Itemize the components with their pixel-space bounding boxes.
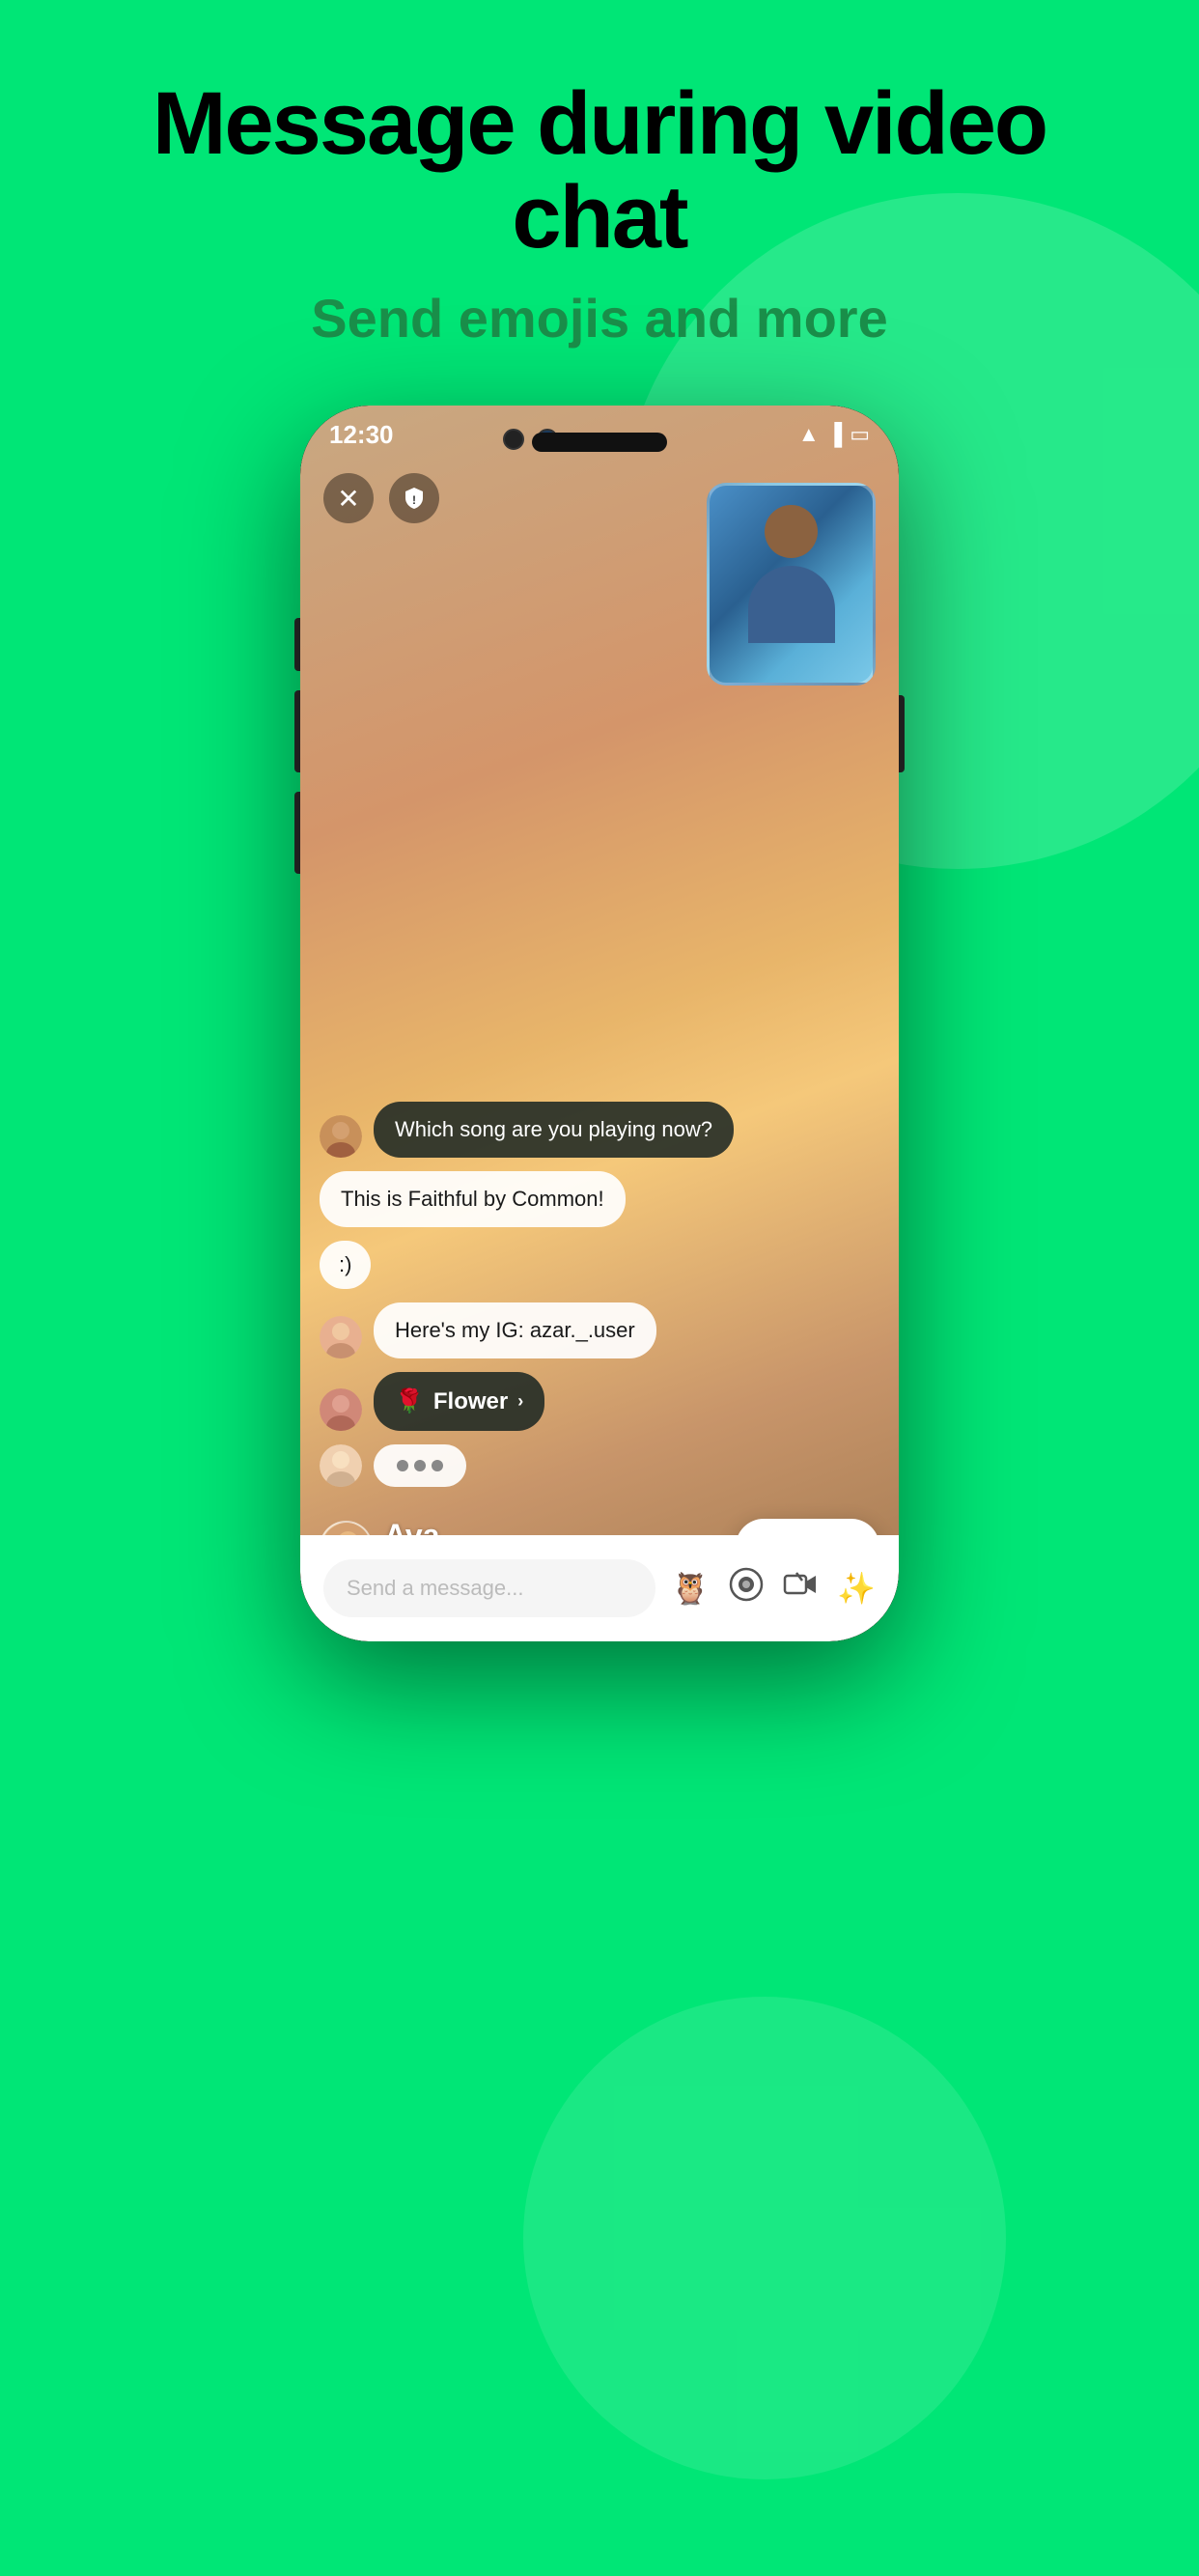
effects-icon[interactable]: ✨ [837,1570,876,1607]
message-row-6 [320,1444,879,1487]
wifi-icon: ▲ [798,422,820,447]
typing-dot-2 [414,1460,426,1471]
report-button[interactable]: ! [389,473,439,523]
message-bubble-5: 🌹 Flower › [374,1372,544,1431]
phone-wrapper: 12:30 ▲ ▐ ▭ ✕ ! [300,406,899,2385]
header-section: Message during video chat Send emojis an… [0,77,1199,350]
self-view-video [707,483,876,686]
message-row-1: Which song are you playing now? [320,1102,879,1158]
flower-emoji: 🌹 [395,1387,424,1415]
bottom-bar: Send a message... 🦉 [300,1535,899,1641]
message-avatar-6 [320,1444,362,1487]
emoji-icon[interactable]: 🦉 [671,1570,710,1607]
message-row-3: :) [320,1241,879,1289]
message-row-4: Here's my IG: azar._.user [320,1302,879,1358]
main-title: Message during video chat [77,77,1122,264]
close-button[interactable]: ✕ [323,473,374,523]
battery-icon: ▭ [850,422,870,447]
message-avatar-1 [320,1115,362,1158]
self-view-body [748,566,835,643]
status-bar: 12:30 ▲ ▐ ▭ [300,406,899,463]
svg-text:!: ! [412,493,416,507]
message-bubble-2: This is Faithful by Common! [320,1171,626,1227]
signal-icon: ▐ [827,422,843,447]
bottom-icons: 🦉 ✨ [671,1567,876,1610]
typing-dots [397,1460,443,1471]
phone-frame: 12:30 ▲ ▐ ▭ ✕ ! [300,406,899,1641]
status-time: 12:30 [329,420,394,450]
message-bubble-4: Here's my IG: azar._.user [374,1302,656,1358]
sub-title: Send emojis and more [77,287,1122,350]
message-input[interactable]: Send a message... [323,1559,655,1617]
message-input-placeholder: Send a message... [347,1576,523,1601]
video-icon[interactable] [783,1567,818,1610]
typing-dot-1 [397,1460,408,1471]
top-controls: ✕ ! [323,473,439,523]
message-avatar-5 [320,1388,362,1431]
message-bubble-3: :) [320,1241,371,1289]
status-icons: ▲ ▐ ▭ [798,422,870,447]
typing-bubble [374,1444,466,1487]
message-row-2: This is Faithful by Common! [320,1171,879,1227]
phone-screen: 12:30 ▲ ▐ ▭ ✕ ! [300,406,899,1641]
message-bubble-1: Which song are you playing now? [374,1102,734,1158]
flower-chevron: › [517,1391,523,1412]
typing-dot-3 [432,1460,443,1471]
camera-icon[interactable] [729,1567,764,1610]
chat-area: Which song are you playing now? This is … [300,1102,899,1487]
self-view-head [765,505,818,558]
message-row-5: 🌹 Flower › [320,1372,879,1431]
message-avatar-4 [320,1316,362,1358]
